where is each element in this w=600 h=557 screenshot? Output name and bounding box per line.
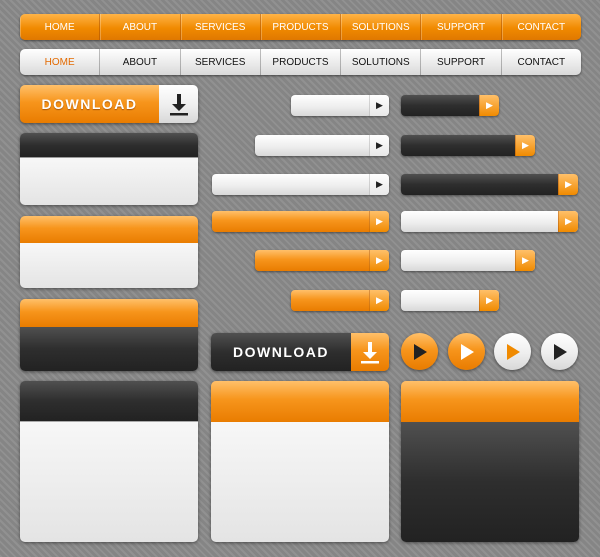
pill-button-white[interactable]: ▶: [291, 95, 389, 116]
panel-body: [20, 157, 198, 205]
pill-button-white[interactable]: ▶: [212, 174, 389, 195]
panel-body: [211, 422, 389, 542]
play-icon: [413, 343, 427, 360]
pill-button-orange[interactable]: ▶: [212, 211, 389, 232]
nav-item-support[interactable]: SUPPORT: [421, 14, 502, 40]
nav-bar-orange: HOME ABOUT SERVICES PRODUCTS SOLUTIONS S…: [20, 14, 581, 40]
nav-item-services[interactable]: SERVICES: [181, 14, 261, 40]
triangle-right-icon: ▶: [369, 135, 389, 156]
pill-button-dark[interactable]: ▶: [401, 135, 535, 156]
panel-header: [401, 381, 579, 422]
download-label: DOWNLOAD: [20, 85, 159, 123]
panel-header: [20, 216, 198, 243]
nav-item-support[interactable]: SUPPORT: [421, 49, 502, 75]
play-button-orange-white[interactable]: [448, 333, 485, 370]
panel-body: [20, 243, 198, 288]
nav-item-products[interactable]: PRODUCTS: [261, 14, 342, 40]
nav-item-about[interactable]: ABOUT: [100, 14, 181, 40]
panel-dark-header-light-body: [20, 133, 198, 205]
pill-button-orange[interactable]: ▶: [291, 290, 389, 311]
nav-item-about[interactable]: ABOUT: [100, 49, 181, 75]
triangle-right-icon: ▶: [369, 250, 389, 271]
play-icon: [553, 343, 567, 360]
nav-item-contact[interactable]: CONTACT: [502, 49, 581, 75]
nav-item-products[interactable]: PRODUCTS: [261, 49, 342, 75]
play-icon: [460, 343, 474, 360]
play-icon: [506, 343, 520, 360]
play-button-white-dark[interactable]: [541, 333, 578, 370]
pill-button-dark[interactable]: ▶: [401, 95, 499, 116]
panel-orange-header-light-body: [20, 216, 198, 288]
panel-header: [211, 381, 389, 422]
nav-bar-white: HOME ABOUT SERVICES PRODUCTS SOLUTIONS S…: [20, 49, 581, 75]
triangle-right-icon: ▶: [369, 290, 389, 311]
panel-large-orange-header-light-body: [211, 381, 389, 542]
pill-button-dark[interactable]: ▶: [401, 174, 578, 195]
panel-header: [20, 299, 198, 327]
triangle-right-icon: ▶: [558, 174, 578, 195]
panel-header: [20, 381, 198, 421]
panel-large-dark-header-light-body: [20, 381, 198, 542]
panel-orange-header-dark-body: [20, 299, 198, 371]
pill-button-white[interactable]: ▶: [255, 135, 389, 156]
nav-item-home[interactable]: HOME: [20, 14, 101, 40]
pill-button-white-orange-arrow[interactable]: ▶: [401, 211, 578, 232]
triangle-right-icon: ▶: [479, 290, 499, 311]
nav-item-solutions[interactable]: SOLUTIONS: [341, 49, 422, 75]
download-arrow-icon: [159, 85, 198, 123]
pill-button-white-orange-arrow[interactable]: ▶: [401, 290, 499, 311]
panel-large-orange-header-dark-body: [401, 381, 579, 542]
triangle-right-icon: ▶: [515, 135, 535, 156]
panel-body: [20, 327, 198, 371]
triangle-right-icon: ▶: [369, 211, 389, 232]
triangle-right-icon: ▶: [479, 95, 499, 116]
download-button-orange[interactable]: DOWNLOAD: [20, 85, 198, 123]
nav-item-contact[interactable]: CONTACT: [502, 14, 581, 40]
download-label: DOWNLOAD: [211, 333, 351, 371]
download-button-dark[interactable]: DOWNLOAD: [211, 333, 389, 371]
panel-body: [20, 421, 198, 542]
panel-header: [20, 133, 198, 157]
pill-button-white-orange-arrow[interactable]: ▶: [401, 250, 535, 271]
nav-item-solutions[interactable]: SOLUTIONS: [341, 14, 422, 40]
nav-item-home[interactable]: HOME: [20, 49, 101, 75]
triangle-right-icon: ▶: [515, 250, 535, 271]
triangle-right-icon: ▶: [558, 211, 578, 232]
panel-body: [401, 422, 579, 542]
pill-button-orange[interactable]: ▶: [255, 250, 389, 271]
play-button-white-orange[interactable]: [494, 333, 531, 370]
triangle-right-icon: ▶: [369, 95, 389, 116]
download-arrow-icon: [351, 333, 389, 371]
nav-item-services[interactable]: SERVICES: [181, 49, 261, 75]
triangle-right-icon: ▶: [369, 174, 389, 195]
play-button-orange-dark[interactable]: [401, 333, 438, 370]
